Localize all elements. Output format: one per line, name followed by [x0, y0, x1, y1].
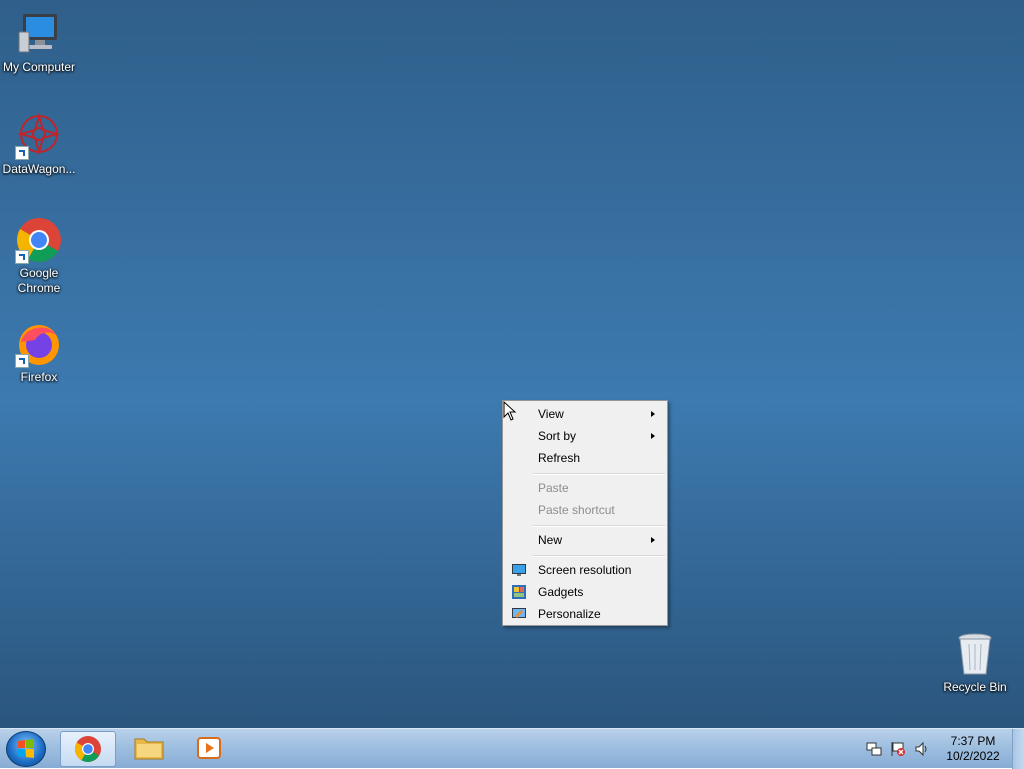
- taskbar-chrome-button[interactable]: [60, 731, 116, 767]
- menu-item-personalize[interactable]: Personalize: [505, 603, 665, 625]
- volume-icon[interactable]: [914, 741, 930, 760]
- taskbar-media-player-button[interactable]: [182, 731, 238, 767]
- chrome-icon: [15, 216, 63, 264]
- menu-separator: [533, 555, 665, 557]
- computer-icon: [15, 10, 63, 58]
- desktop-icon-label: My Computer: [2, 60, 76, 74]
- taskbar-explorer-button[interactable]: [122, 731, 178, 767]
- clock-time: 7:37 PM: [950, 734, 996, 748]
- menu-item-sort-by[interactable]: Sort by: [505, 425, 665, 447]
- menu-item-new[interactable]: New: [505, 529, 665, 551]
- menu-item-paste-shortcut: Paste shortcut: [538, 503, 615, 517]
- datawagon-icon: [15, 112, 63, 160]
- menu-separator: [533, 525, 665, 527]
- gadgets-icon: [511, 584, 527, 600]
- media-player-icon: [197, 737, 221, 759]
- monitor-icon: [511, 562, 527, 578]
- taskbar: 7:37 PM 10/2/2022: [0, 728, 1024, 769]
- desktop-icon-datawagon[interactable]: DataWagon...: [1, 112, 77, 177]
- submenu-arrow-icon: [651, 411, 655, 417]
- menu-item-gadgets[interactable]: Gadgets: [505, 581, 665, 603]
- desktop-icon-label: Firefox: [20, 370, 58, 384]
- menu-item-view[interactable]: View: [505, 403, 665, 425]
- folder-icon: [134, 738, 164, 760]
- desktop-context-menu: View Sort by Refresh Paste Paste shortcu…: [502, 400, 668, 626]
- shortcut-arrow-icon: [15, 146, 29, 160]
- clock-date: 10/2/2022: [946, 749, 1000, 763]
- desktop-icon-recycle-bin[interactable]: Recycle Bin: [937, 630, 1013, 695]
- submenu-arrow-icon: [651, 433, 655, 439]
- menu-item-screen-resolution[interactable]: Screen resolution: [505, 559, 665, 581]
- recycle-bin-icon: [951, 630, 999, 678]
- desktop-icon-label: Recycle Bin: [943, 680, 1007, 694]
- submenu-arrow-icon: [651, 537, 655, 543]
- desktop-icon-my-computer[interactable]: My Computer: [1, 10, 77, 75]
- shortcut-arrow-icon: [15, 250, 29, 264]
- show-desktop-button[interactable]: [1012, 729, 1024, 769]
- desktop-icon-label: Google Chrome: [17, 266, 61, 295]
- desktop-icon-google-chrome[interactable]: Google Chrome: [1, 216, 77, 296]
- shortcut-arrow-icon: [15, 354, 29, 368]
- menu-item-refresh[interactable]: Refresh: [505, 447, 665, 469]
- firefox-icon: [15, 320, 63, 368]
- personalize-icon: [511, 606, 527, 622]
- start-button[interactable]: [6, 731, 46, 767]
- desktop-background[interactable]: My Computer DataWagon... Google Chrome F…: [0, 0, 1024, 728]
- menu-separator: [533, 473, 665, 475]
- menu-item-paste: Paste: [538, 481, 569, 495]
- windows-logo-icon: [18, 739, 34, 758]
- network-icon[interactable]: [866, 741, 882, 760]
- mouse-cursor-icon: [503, 400, 517, 424]
- desktop-icon-label: DataWagon...: [2, 162, 76, 176]
- action-center-flag-icon[interactable]: [890, 741, 906, 760]
- chrome-icon: [74, 736, 101, 762]
- desktop-icon-firefox[interactable]: Firefox: [1, 320, 77, 385]
- system-clock[interactable]: 7:37 PM 10/2/2022: [938, 734, 1008, 764]
